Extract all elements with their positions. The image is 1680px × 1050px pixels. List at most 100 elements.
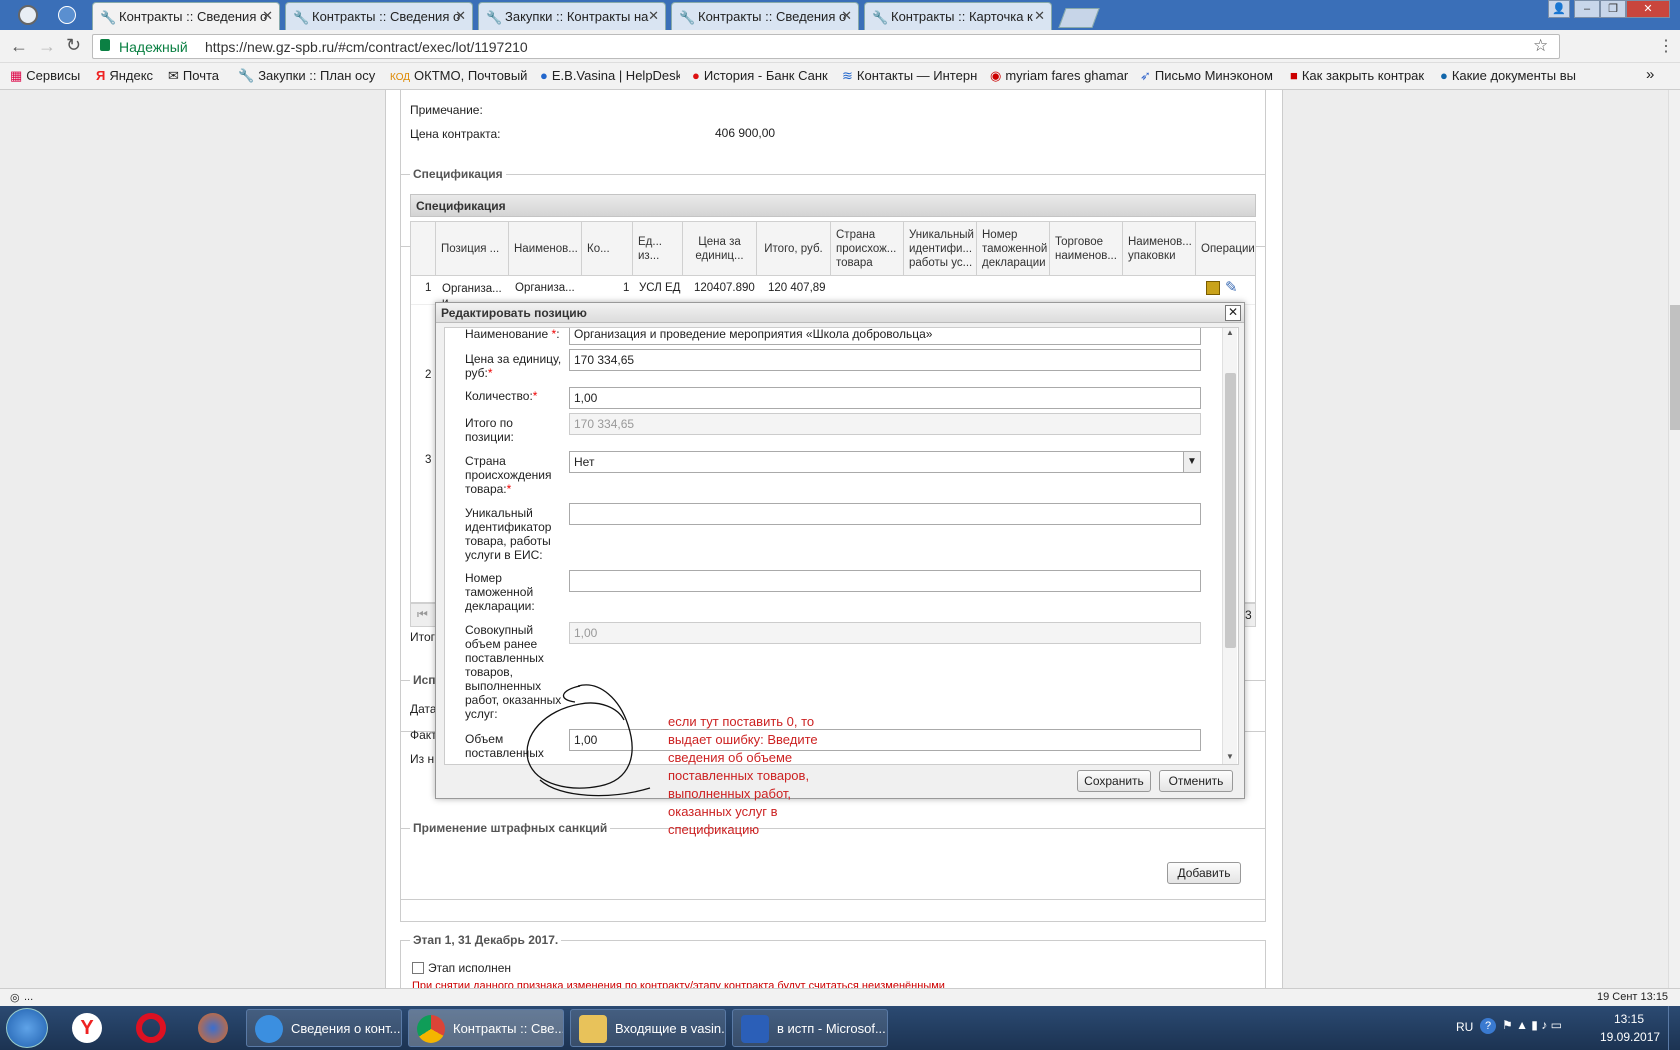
save-button[interactable]: Сохранить [1077,770,1151,792]
back-icon[interactable]: ← [10,36,28,57]
customs-label: Номер таможенной декларации: [465,571,535,613]
close-tab-icon[interactable]: ✕ [841,8,852,24]
lock-icon [100,39,110,51]
bookmark-helpdesk[interactable]: ● E.B.Vasina | HelpDesk [540,68,680,83]
col-total[interactable]: Итого, руб. [757,222,831,276]
scroll-up-icon[interactable]: ▲ [1226,328,1234,337]
mail-icon: ✉ [168,68,179,83]
name-label: Наименование *: [465,327,560,341]
bookmark-oktmo[interactable]: КОД ОКТМО, Почтовый и [390,68,528,83]
tab-contracts-info-3[interactable]: 🔧 Контракты :: Сведения о ✕ [671,2,859,30]
name-field[interactable]: Организация и проведение мероприятия «Шк… [569,328,1201,345]
col-operations[interactable]: Операции [1196,222,1255,276]
reload-icon[interactable]: ↻ [66,35,81,56]
add-penalty-button[interactable]: Добавить [1167,862,1241,884]
tab-contracts-info-2[interactable]: 🔧 Контракты :: Сведения о ✕ [285,2,473,30]
unique-id-field[interactable] [569,503,1201,525]
quantity-field[interactable]: 1,00 [569,387,1201,409]
country-select[interactable]: Нет ▼ [569,451,1201,473]
bookmark-bank-history[interactable]: ● История - Банк Санк [692,68,832,83]
chrome-logo-icon[interactable] [18,5,38,25]
unit-price-label: Цена за единицу, руб:* [465,352,562,380]
page-scrollbar-thumb[interactable] [1670,305,1680,430]
bookmark-documents[interactable]: ● Какие документы вы [1440,68,1580,83]
start-button-icon[interactable] [6,1008,48,1048]
show-desktop-button[interactable] [1668,1006,1680,1050]
star-icon[interactable]: ☆ [1533,36,1548,56]
col-unit[interactable]: Ед... из... [633,222,683,276]
stage-legend: Этап 1, 31 Декабрь 2017. [410,933,562,947]
col-name[interactable]: Наименов... [509,222,582,276]
url-text[interactable]: https://new.gz-spb.ru/#cm/contract/exec/… [205,39,528,55]
col-unit-price[interactable]: Цена за единиц... [683,222,757,276]
bookmark-close-contract[interactable]: ■ Как закрыть контрак [1290,68,1430,83]
new-tab-button[interactable] [1058,8,1100,28]
taskbar-word[interactable]: в истп - Microsof... [732,1009,888,1047]
taskbar-ie[interactable]: Сведения о конт... [246,1009,402,1047]
penalties-legend: Применение штрафных санкций [410,821,611,835]
restore-icon[interactable]: ❐ [1600,0,1626,18]
code-icon: КОД [390,72,411,83]
close-icon[interactable]: ✕ [1225,305,1241,321]
spec-total-label: Итог [410,630,436,644]
close-tab-icon[interactable]: ✕ [262,8,273,24]
bookmark-contacts[interactable]: ≋ Контакты — Интерн [842,68,977,84]
date-label: Дата [410,702,437,716]
col-trade-name[interactable]: Торговое наименов... [1050,222,1123,276]
page-scrollbar-track[interactable] [1668,90,1680,988]
first-page-icon[interactable]: ⏮ [417,607,428,622]
dialog-scrollbar[interactable]: ▲ ▼ [1222,328,1237,764]
edit-pencil-icon[interactable]: ✎ [1225,278,1238,296]
taskbar-chrome[interactable]: Контракты :: Све... [408,1009,564,1047]
helpdesk-icon: ● [540,68,548,83]
tab-contract-card[interactable]: 🔧 Контракты :: Карточка к ✕ [864,2,1052,30]
chevron-down-icon[interactable]: ▼ [1183,452,1200,472]
pinned-tab-icon[interactable] [58,6,76,24]
col-unique-id[interactable]: Уникальный идентифи... работы ус... [904,222,977,276]
forward-icon[interactable]: → [38,36,56,57]
bookmarks-more[interactable]: » [1646,66,1654,83]
scroll-down-icon[interactable]: ▼ [1226,752,1234,761]
tray-icons[interactable]: ⚑ ▲ ▮ ♪ ▭ [1502,1018,1562,1032]
stage-checkbox[interactable] [412,962,424,974]
position-total-label: Итого по позиции: [465,416,514,444]
dialog-scrollbar-thumb[interactable] [1225,373,1236,648]
bookmark-myriam[interactable]: ◉ myriam fares ghamar [990,68,1130,84]
language-indicator[interactable]: RU [1456,1020,1473,1034]
close-tab-icon[interactable]: ✕ [1034,8,1045,24]
col-package[interactable]: Наименов... упаковки [1123,222,1196,276]
col-customs[interactable]: Номер таможенной декларации [977,222,1050,276]
help-icon[interactable]: ? [1480,1018,1496,1034]
close-window-icon[interactable]: ✕ [1626,0,1670,18]
opera-icon[interactable] [136,1013,166,1043]
stage-warning: При снятии данного признака изменения по… [412,980,945,988]
menu-icon[interactable]: ⋮ [1658,36,1674,56]
position-total-field: 170 334,65 [569,413,1201,435]
ie-icon [255,1015,283,1043]
col-position[interactable]: Позиция ... [436,222,509,276]
col-qty[interactable]: Ко... [582,222,633,276]
col-country[interactable]: Страна происхож... товара [831,222,904,276]
bookmark-mail[interactable]: ✉ Почта [168,68,219,84]
delivered-field[interactable]: 1,00 [569,729,1201,751]
bookmark-yandex[interactable]: Я Яндекс [96,68,153,83]
user-icon[interactable]: 👤 [1548,0,1570,18]
customs-field[interactable] [569,570,1201,592]
bookmark-services[interactable]: ▦ Сервисы [10,68,80,84]
tab-contracts-info-active[interactable]: 🔧 Контракты :: Сведения о ✕ [92,2,280,30]
taskbar-outlook[interactable]: Входящие в vasin... [570,1009,726,1047]
omnibox[interactable]: Надежный https://new.gz-spb.ru/#cm/contr… [92,34,1560,59]
table-row[interactable]: 1 Организа... и Организа... 1 УСЛ ЕД 120… [411,277,1255,309]
document-icon[interactable] [1206,281,1220,295]
note-label: Примечание: [410,103,483,117]
close-tab-icon[interactable]: ✕ [648,8,659,24]
bookmark-purchases-plan[interactable]: 🔧 Закупки :: План осу [238,68,378,84]
unit-price-field[interactable]: 170 334,65 [569,349,1201,371]
firefox-icon[interactable] [198,1013,228,1043]
yandex-browser-icon[interactable]: Y [72,1013,102,1043]
close-tab-icon[interactable]: ✕ [455,8,466,24]
minimize-icon[interactable]: – [1574,0,1600,18]
cancel-button[interactable]: Отменить [1159,770,1233,792]
bookmark-mineconom[interactable]: ➶ Письмо Минэконом [1140,68,1280,84]
tab-purchases[interactable]: 🔧 Закупки :: Контракты на ✕ [478,2,666,30]
